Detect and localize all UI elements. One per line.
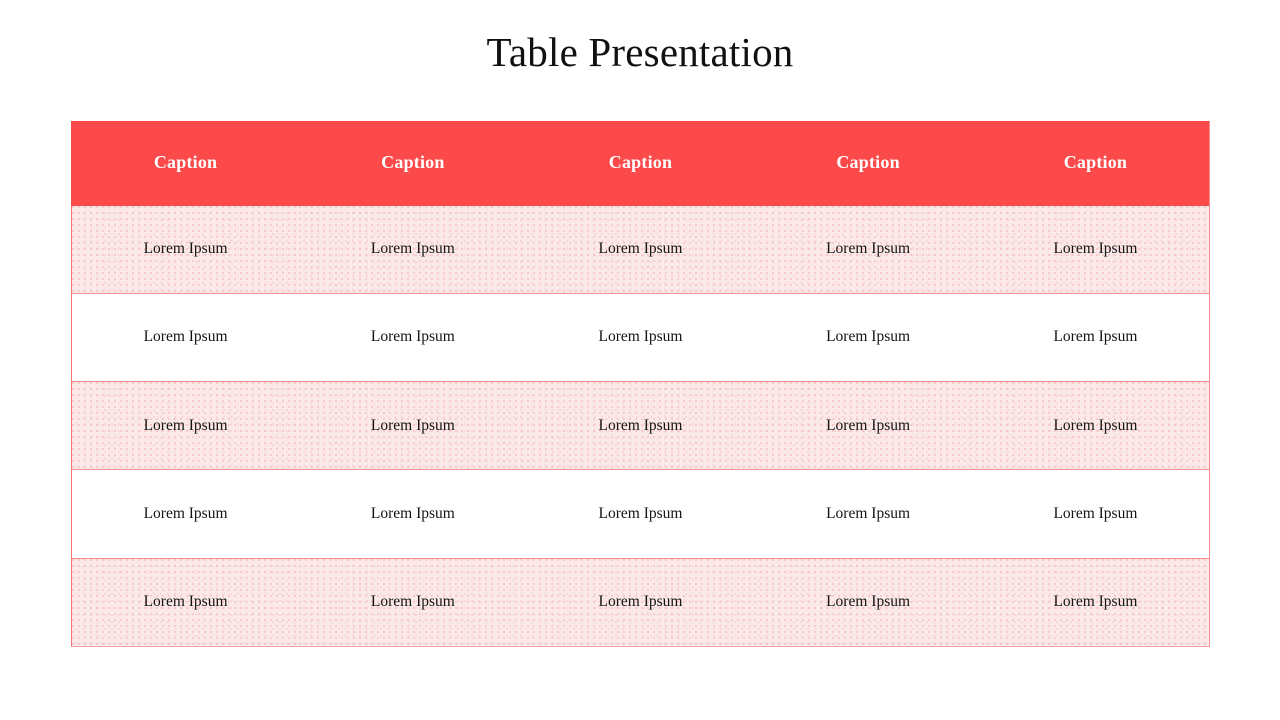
table-cell: Lorem Ipsum <box>299 381 527 471</box>
table-cell: Lorem Ipsum <box>299 557 527 648</box>
table-cell: Lorem Ipsum <box>299 469 527 559</box>
table-cell: Lorem Ipsum <box>981 557 1210 648</box>
column-header-2[interactable]: Caption <box>299 121 527 205</box>
table-cell: Lorem Ipsum <box>299 292 527 383</box>
table-cell: Lorem Ipsum <box>526 292 755 383</box>
table-cell: Lorem Ipsum <box>981 469 1210 559</box>
data-table: Caption Caption Caption Caption Caption … <box>71 121 1210 648</box>
column-header-4[interactable]: Caption <box>754 121 982 205</box>
table-cell: Lorem Ipsum <box>981 292 1210 383</box>
table-cell: Lorem Ipsum <box>526 557 755 648</box>
table-cell: Lorem Ipsum <box>754 381 982 471</box>
table-cell: Lorem Ipsum <box>754 292 982 383</box>
table-cell: Lorem Ipsum <box>526 469 755 559</box>
table-cell: Lorem Ipsum <box>71 292 300 383</box>
table-container: Caption Caption Caption Caption Caption … <box>71 121 1210 648</box>
slide-canvas: Table Presentation Caption Caption Capti… <box>0 0 1280 720</box>
table-cell: Lorem Ipsum <box>754 557 982 648</box>
column-header-1[interactable]: Caption <box>71 121 300 205</box>
table-row: Lorem Ipsum Lorem Ipsum Lorem Ipsum Lore… <box>71 204 1210 294</box>
table-cell: Lorem Ipsum <box>754 469 982 559</box>
table-cell: Lorem Ipsum <box>754 204 982 294</box>
page-title: Table Presentation <box>486 29 794 75</box>
table-row: Lorem Ipsum Lorem Ipsum Lorem Ipsum Lore… <box>71 557 1210 648</box>
table-cell: Lorem Ipsum <box>981 381 1210 471</box>
column-header-3[interactable]: Caption <box>526 121 755 205</box>
table-header: Caption Caption Caption Caption Caption <box>71 121 1210 205</box>
table-cell: Lorem Ipsum <box>526 381 755 471</box>
table-row: Lorem Ipsum Lorem Ipsum Lorem Ipsum Lore… <box>71 292 1210 383</box>
table-body: Lorem Ipsum Lorem Ipsum Lorem Ipsum Lore… <box>71 204 1210 648</box>
table-cell: Lorem Ipsum <box>71 469 300 559</box>
table-row: Lorem Ipsum Lorem Ipsum Lorem Ipsum Lore… <box>71 381 1210 471</box>
table-cell: Lorem Ipsum <box>71 204 300 294</box>
table-cell: Lorem Ipsum <box>71 381 300 471</box>
table-row: Lorem Ipsum Lorem Ipsum Lorem Ipsum Lore… <box>71 469 1210 559</box>
table-cell: Lorem Ipsum <box>299 204 527 294</box>
column-header-5[interactable]: Caption <box>981 121 1210 205</box>
table-cell: Lorem Ipsum <box>526 204 755 294</box>
table-cell: Lorem Ipsum <box>981 204 1210 294</box>
table-cell: Lorem Ipsum <box>71 557 300 648</box>
table-header-row: Caption Caption Caption Caption Caption <box>71 121 1210 205</box>
